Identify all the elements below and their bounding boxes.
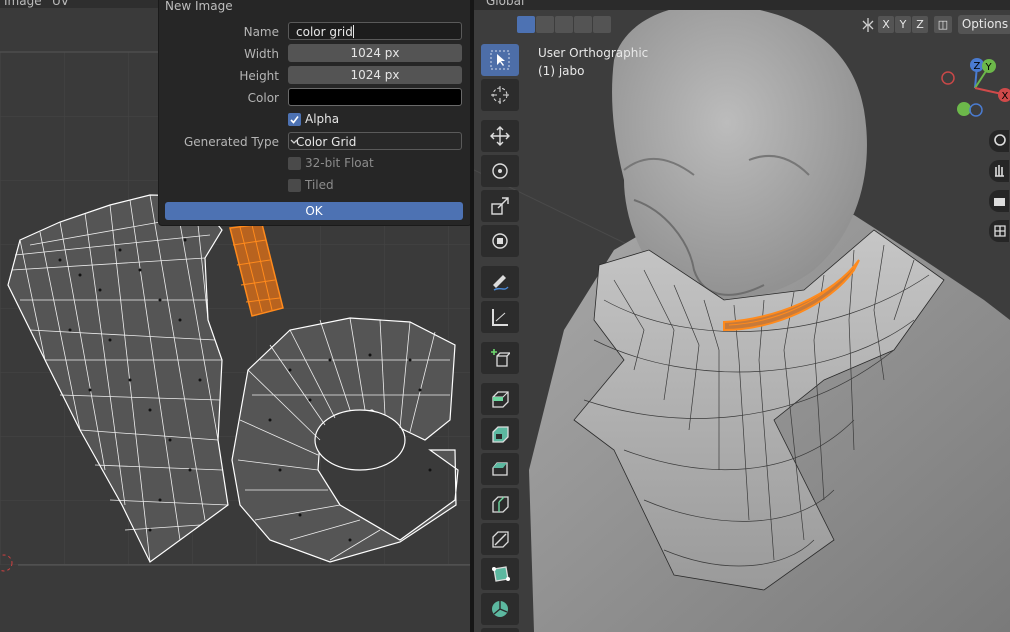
name-value: color grid bbox=[296, 25, 353, 39]
mode-subtract-button[interactable] bbox=[555, 16, 573, 33]
mode-invert-button[interactable] bbox=[574, 16, 592, 33]
cursor-arrow-icon bbox=[490, 50, 510, 70]
float-checkbox[interactable] bbox=[288, 157, 301, 170]
add-cube-icon bbox=[491, 349, 510, 367]
mirror-icon[interactable] bbox=[860, 17, 876, 33]
alpha-checkbox[interactable] bbox=[288, 113, 301, 126]
height-label: Height bbox=[239, 69, 279, 83]
viewport-header: Global bbox=[474, 0, 1010, 10]
viewport-canvas[interactable] bbox=[474, 0, 1010, 632]
generated-type-label: Generated Type bbox=[183, 135, 279, 149]
uv-editor[interactable]: Image UV New Image Name color grid Width… bbox=[0, 0, 470, 632]
tiled-checkbox[interactable] bbox=[288, 179, 301, 192]
transform-tool[interactable] bbox=[481, 225, 519, 257]
3d-viewport[interactable]: Global X Y Z ◫ Options User Orthographic… bbox=[474, 0, 1010, 632]
extrude-icon bbox=[492, 391, 509, 408]
options-button[interactable]: Options bbox=[958, 15, 1010, 34]
generated-type-value: Color Grid bbox=[296, 135, 357, 149]
orientation-label[interactable]: Global bbox=[486, 0, 524, 8]
mode-extend-button[interactable] bbox=[536, 16, 554, 33]
object-name-label: (1) jabo bbox=[538, 64, 585, 78]
height-field[interactable]: 1024 px bbox=[288, 66, 462, 84]
move-arrows-icon bbox=[490, 126, 510, 146]
uv-island-right bbox=[231, 317, 459, 563]
scale-icon bbox=[491, 197, 509, 215]
cursor-tool[interactable] bbox=[481, 79, 519, 111]
name-label: Name bbox=[243, 25, 279, 39]
annotate-tool[interactable] bbox=[481, 266, 519, 298]
chevron-down-icon bbox=[290, 139, 298, 144]
bevel-tool[interactable] bbox=[481, 453, 519, 485]
spin-icon bbox=[492, 601, 508, 617]
scale-tool[interactable] bbox=[481, 190, 519, 222]
pan-hand-icon[interactable] bbox=[989, 160, 1009, 182]
axis-z-toggle[interactable]: Z bbox=[912, 16, 928, 33]
mode-intersect-button[interactable] bbox=[593, 16, 611, 33]
inset-tool[interactable] bbox=[481, 418, 519, 450]
mode-new-button[interactable] bbox=[517, 16, 535, 33]
ok-button[interactable]: OK bbox=[165, 202, 463, 220]
rotate-icon bbox=[492, 163, 508, 179]
measure-tool[interactable] bbox=[481, 301, 519, 333]
gizmo-y-label: Y bbox=[985, 62, 993, 73]
checkmark-icon bbox=[290, 116, 299, 124]
new-image-dialog: New Image Name color grid Width 1024 px … bbox=[158, 0, 470, 226]
snap-icon[interactable]: ◫ bbox=[934, 16, 952, 33]
text-caret bbox=[352, 25, 354, 38]
inset-icon bbox=[492, 426, 509, 443]
axis-y-toggle[interactable]: Y bbox=[895, 16, 911, 33]
view-name-label: User Orthographic bbox=[538, 46, 649, 60]
width-field[interactable]: 1024 px bbox=[288, 44, 462, 62]
color-swatch[interactable] bbox=[288, 88, 462, 106]
float-label[interactable]: 32-bit Float bbox=[305, 156, 374, 170]
grid-view-icon[interactable] bbox=[989, 220, 1009, 242]
knife-icon bbox=[492, 531, 509, 548]
smooth-tool[interactable] bbox=[481, 628, 519, 632]
navigation-gizmo[interactable]: Z Y X bbox=[940, 54, 1010, 124]
loop-cut-tool[interactable] bbox=[481, 488, 519, 520]
spin-tool[interactable] bbox=[481, 593, 519, 625]
poly-build-icon bbox=[492, 566, 510, 582]
extrude-tool[interactable] bbox=[481, 383, 519, 415]
add-cube-tool[interactable] bbox=[481, 342, 519, 374]
zoom-icon[interactable] bbox=[989, 130, 1009, 152]
move-tool[interactable] bbox=[481, 120, 519, 152]
color-label: Color bbox=[247, 91, 279, 105]
select-box-tool[interactable] bbox=[481, 44, 519, 76]
gizmo-x-label: X bbox=[1002, 91, 1009, 102]
width-label: Width bbox=[244, 47, 279, 61]
name-field[interactable]: color grid bbox=[288, 22, 462, 40]
gizmo-z-label: Z bbox=[974, 61, 981, 72]
axis-x-toggle[interactable]: X bbox=[878, 16, 894, 33]
rotate-tool[interactable] bbox=[481, 155, 519, 187]
loop-cut-icon bbox=[492, 496, 509, 513]
crosshair-icon bbox=[491, 86, 509, 104]
poly-build-tool[interactable] bbox=[481, 558, 519, 590]
alpha-label[interactable]: Alpha bbox=[305, 112, 339, 126]
dialog-title: New Image bbox=[165, 0, 233, 13]
bevel-icon bbox=[492, 462, 508, 476]
knife-tool[interactable] bbox=[481, 523, 519, 555]
ruler-icon bbox=[492, 309, 508, 326]
pencil-icon bbox=[493, 275, 509, 291]
generated-type-select[interactable]: Color Grid bbox=[288, 132, 462, 150]
transform-icon bbox=[492, 233, 508, 249]
camera-icon[interactable] bbox=[989, 190, 1009, 212]
tiled-label[interactable]: Tiled bbox=[305, 178, 334, 192]
